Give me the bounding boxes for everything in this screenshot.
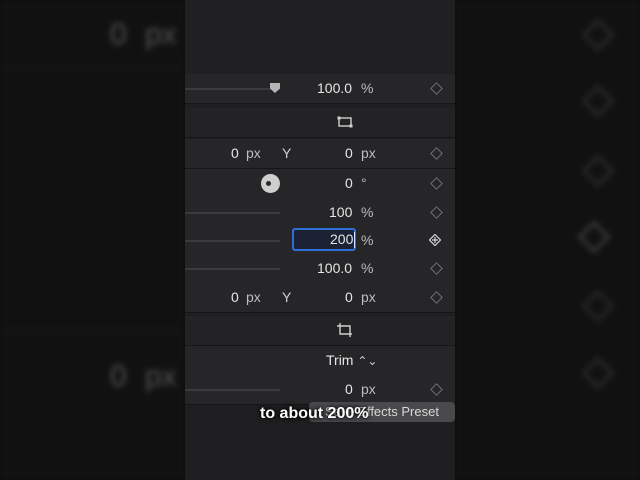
keyframe-diamond-icon[interactable] (430, 177, 443, 190)
position-y-value[interactable]: 0 (345, 139, 353, 168)
keyframe-diamond-icon[interactable] (430, 291, 443, 304)
background-blur-left: 0 px 0 px (0, 0, 185, 480)
position-x-unit: px (246, 145, 261, 161)
chevron-updown-icon: ⌃⌄ (357, 354, 378, 368)
anchor-y-label: Y (282, 289, 292, 305)
rotation-row: 0 ° (185, 169, 455, 199)
bg-unit: px (145, 360, 177, 393)
crop-type-popup[interactable]: Trim ⌃⌄ (326, 346, 377, 376)
keyframe-diamond-icon[interactable] (430, 206, 443, 219)
scale-y-slider-track[interactable] (185, 268, 280, 270)
position-x-value[interactable]: 0 (231, 139, 239, 168)
scale-all-row: 100 % (185, 198, 455, 228)
bg-value: 0 (110, 18, 127, 51)
bg-add-keyframe-icon (578, 221, 610, 253)
scale-y-row: 100.0 % (185, 254, 455, 284)
crop-left-unit: px (361, 381, 376, 397)
opacity-unit: % (361, 80, 374, 96)
crop-left-value[interactable]: 0 (345, 375, 353, 404)
bg-unit: px (145, 18, 177, 51)
transform-header-row (185, 108, 455, 138)
add-keyframe-icon[interactable] (429, 234, 441, 246)
scale-all-value[interactable]: 100 (329, 198, 352, 227)
bg-keyframe-diamond-icon (582, 155, 614, 187)
crop-type-row: Trim ⌃⌄ (185, 346, 455, 376)
anchor-y-unit: px (361, 289, 376, 305)
bg-keyframe-diamond-icon (582, 357, 614, 389)
opacity-value[interactable]: 100.0 (317, 74, 352, 103)
background-blur-right (455, 0, 640, 480)
bg-keyframe-diamond-icon (582, 19, 614, 51)
scale-x-value[interactable]: 200 (330, 225, 353, 254)
bg-keyframe-diamond-icon (582, 290, 614, 322)
panel-top-area (185, 0, 455, 74)
crop-left-row: 0 px (185, 375, 455, 405)
scale-x-edit-field[interactable]: 200 (292, 228, 356, 251)
transform-icon[interactable] (337, 115, 353, 129)
keyframe-diamond-icon[interactable] (430, 262, 443, 275)
slider-knob-icon[interactable] (270, 83, 280, 93)
keyframe-diamond-icon[interactable] (430, 383, 443, 396)
crop-icon[interactable] (337, 323, 353, 337)
text-caret (354, 232, 355, 248)
bg-value: 0 (110, 360, 127, 393)
scale-all-slider-track[interactable] (185, 212, 280, 214)
rotation-dial-icon[interactable] (261, 174, 280, 193)
position-y-unit: px (361, 145, 376, 161)
keyframe-diamond-icon[interactable] (430, 82, 443, 95)
anchor-x-value[interactable]: 0 (231, 283, 239, 312)
bg-keyframe-diamond-icon (582, 85, 614, 117)
position-y-label: Y (282, 145, 292, 161)
panel-bottom-area (185, 430, 455, 480)
opacity-slider-track[interactable] (185, 88, 280, 90)
anchor-y-value[interactable]: 0 (345, 283, 353, 312)
screen: 0 px 0 px 100.0 % 0 px Y 0 px 0 ° 100 % … (0, 0, 640, 480)
position-row: 0 px Y 0 px (185, 139, 455, 169)
keyframe-diamond-icon[interactable] (430, 147, 443, 160)
rotation-unit: ° (361, 175, 367, 191)
rotation-value[interactable]: 0 (345, 169, 353, 198)
scale-x-unit: % (361, 232, 374, 248)
scale-y-unit: % (361, 260, 374, 276)
crop-type-label: Trim (326, 352, 354, 368)
crop-header-row (185, 316, 455, 346)
scale-x-row: 200 % (185, 226, 455, 256)
anchor-row: 0 px Y 0 px (185, 283, 455, 313)
anchor-x-unit: px (246, 289, 261, 305)
scale-x-slider-track[interactable] (185, 240, 280, 242)
scale-y-value[interactable]: 100.0 (317, 254, 352, 283)
opacity-row: 100.0 % (185, 74, 455, 104)
video-caption: to about 200% (260, 405, 369, 422)
crop-left-slider-track[interactable] (185, 389, 280, 391)
scale-all-unit: % (361, 204, 374, 220)
